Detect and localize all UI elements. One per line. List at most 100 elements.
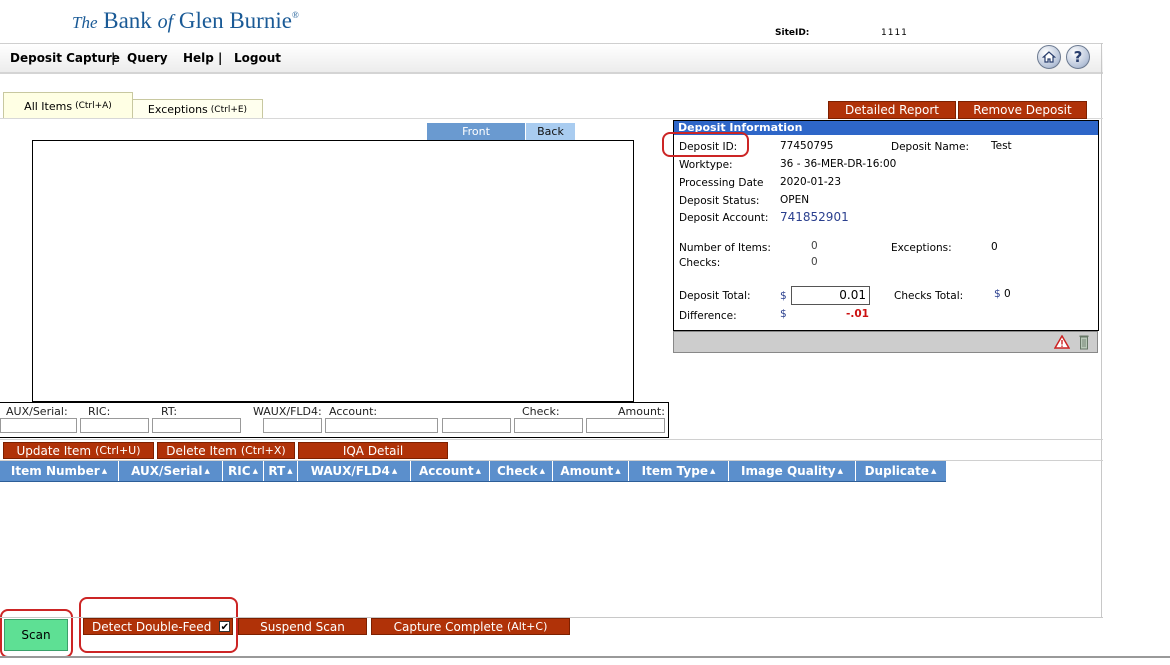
col-account[interactable]: Account ▲: [411, 461, 490, 481]
remove-deposit-button[interactable]: Remove Deposit: [958, 101, 1087, 119]
col-label: Item Type: [641, 464, 708, 478]
check-input[interactable]: [514, 418, 583, 433]
main-nav: Deposit Capture | Query Help | Logout ?: [0, 43, 1103, 74]
deposit-total-label: Deposit Total:: [679, 290, 751, 302]
processing-date-label: Processing Date: [679, 177, 764, 189]
sort-arrow-icon: ▲: [931, 467, 937, 475]
deposit-info-footer: [673, 331, 1098, 353]
number-of-items-value: 0: [811, 240, 818, 252]
help-icon[interactable]: ?: [1066, 45, 1090, 69]
nav-help[interactable]: Help: [183, 51, 214, 65]
deposit-total-input[interactable]: 0.01: [791, 286, 870, 305]
col-ric[interactable]: RIC ▲: [223, 461, 264, 481]
ric-input[interactable]: [80, 418, 149, 433]
col-waux-fld4[interactable]: WAUX/FLD4 ▲: [298, 461, 411, 481]
checks-label: Checks:: [679, 257, 721, 269]
rt-label: RT:: [161, 405, 178, 418]
nav-logout[interactable]: Logout: [234, 51, 281, 65]
front-image-tab[interactable]: Front: [427, 123, 525, 140]
detect-double-feed-label: Detect Double-Feed: [92, 619, 212, 634]
sort-arrow-icon: ▲: [539, 467, 545, 475]
account-input[interactable]: [325, 418, 438, 433]
deposit-name-label: Deposit Name:: [891, 141, 969, 153]
extra-field-input[interactable]: [442, 418, 511, 433]
siteid-value: 1111: [881, 28, 908, 38]
deposit-info-title: Deposit Information: [674, 121, 1098, 135]
capture-complete-button[interactable]: Capture Complete (Alt+C): [371, 618, 570, 635]
rt-input[interactable]: [152, 418, 241, 433]
deposit-id-value: 77450795: [780, 140, 834, 152]
col-label: RIC: [228, 464, 251, 478]
help-glyph: ?: [1073, 48, 1083, 66]
update-item-shortcut: (Ctrl+U): [95, 444, 141, 457]
checks-total-value: 0: [1004, 288, 1011, 300]
waux-fld4-label: WAUX/FLD4:: [253, 405, 322, 418]
home-icon[interactable]: [1037, 45, 1061, 69]
col-label: RT: [268, 464, 286, 478]
house-glyph: [1042, 51, 1056, 63]
sort-arrow-icon: ▲: [615, 467, 621, 475]
col-label: Duplicate: [864, 464, 929, 478]
page-right-border: [1101, 43, 1102, 617]
col-amount[interactable]: Amount ▲: [553, 461, 629, 481]
item-fields: AUX/Serial: RIC: RT: WAUX/FLD4: Account:…: [0, 402, 669, 438]
suspend-scan-button[interactable]: Suspend Scan: [238, 618, 367, 635]
col-label: Account: [419, 464, 474, 478]
bank-logo: The Bank of Glen Burnie®: [72, 8, 299, 33]
detect-double-feed-checkbox[interactable]: ✔: [219, 621, 231, 633]
col-image-quality[interactable]: Image Quality ▲: [729, 461, 856, 481]
aux-serial-label: AUX/Serial:: [6, 405, 68, 418]
difference-value: -.01: [846, 308, 869, 320]
detailed-report-button[interactable]: Detailed Report: [828, 101, 956, 119]
worktype-value: 36 - 36-MER-DR-16:00: [780, 158, 897, 170]
difference-label: Difference:: [679, 310, 737, 322]
tab-all-items-shortcut: (Ctrl+A): [75, 101, 112, 111]
waux-fld4-input[interactable]: [263, 418, 322, 433]
exceptions-value: 0: [991, 241, 998, 253]
tab-exceptions[interactable]: Exceptions (Ctrl+E): [132, 99, 263, 119]
col-item-type[interactable]: Item Type ▲: [629, 461, 729, 481]
detect-double-feed-toggle[interactable]: Detect Double-Feed ✔: [83, 618, 233, 635]
col-label: Amount: [560, 464, 614, 478]
trash-icon[interactable]: [1079, 334, 1089, 350]
col-item-number[interactable]: Item Number ▲: [0, 461, 119, 481]
warning-icon[interactable]: [1054, 335, 1070, 349]
currency-symbol: $: [780, 290, 787, 302]
amount-label: Amount:: [618, 405, 665, 418]
amount-input[interactable]: [586, 418, 665, 433]
nav-query[interactable]: Query: [127, 51, 168, 65]
difference-currency: $: [780, 308, 787, 320]
aux-serial-input[interactable]: [0, 418, 77, 433]
deposit-status-label: Deposit Status:: [679, 195, 760, 207]
col-check[interactable]: Check ▲: [490, 461, 553, 481]
col-label: Image Quality: [741, 464, 836, 478]
col-label: WAUX/FLD4: [310, 464, 390, 478]
col-duplicate[interactable]: Duplicate ▲: [856, 461, 945, 481]
col-rt[interactable]: RT ▲: [264, 461, 298, 481]
number-of-items-label: Number of Items:: [679, 242, 771, 254]
scan-button[interactable]: Scan: [4, 619, 68, 651]
delete-item-label: Delete Item: [166, 443, 237, 458]
checks-total-label: Checks Total:: [894, 290, 964, 302]
tab-all-items[interactable]: All Items (Ctrl+A): [3, 92, 133, 119]
sort-arrow-icon: ▲: [204, 467, 210, 475]
iqa-detail-button[interactable]: IQA Detail: [298, 442, 448, 459]
delete-item-shortcut: (Ctrl+X): [240, 444, 286, 457]
processing-date-value: 2020-01-23: [780, 176, 842, 188]
capture-complete-label: Capture Complete: [393, 619, 503, 634]
exceptions-label: Exceptions:: [891, 242, 952, 254]
col-label: AUX/Serial: [131, 464, 203, 478]
check-label: Check:: [522, 405, 560, 418]
sort-arrow-icon: ▲: [475, 467, 481, 475]
col-aux-serial[interactable]: AUX/Serial ▲: [119, 461, 223, 481]
siteid-label: SiteID:: [775, 28, 810, 38]
deposit-status-value: OPEN: [780, 194, 810, 206]
delete-item-button[interactable]: Delete Item (Ctrl+X): [157, 442, 295, 459]
nav-deposit-capture[interactable]: Deposit Capture: [10, 51, 120, 65]
back-image-tab[interactable]: Back: [526, 123, 575, 140]
check-image-viewer: [32, 140, 634, 402]
sort-arrow-icon: ▲: [709, 467, 716, 475]
tab-all-items-label: All Items: [24, 99, 73, 113]
update-item-button[interactable]: Update Item (Ctrl+U): [3, 442, 154, 459]
nav-separator: |: [218, 51, 223, 65]
